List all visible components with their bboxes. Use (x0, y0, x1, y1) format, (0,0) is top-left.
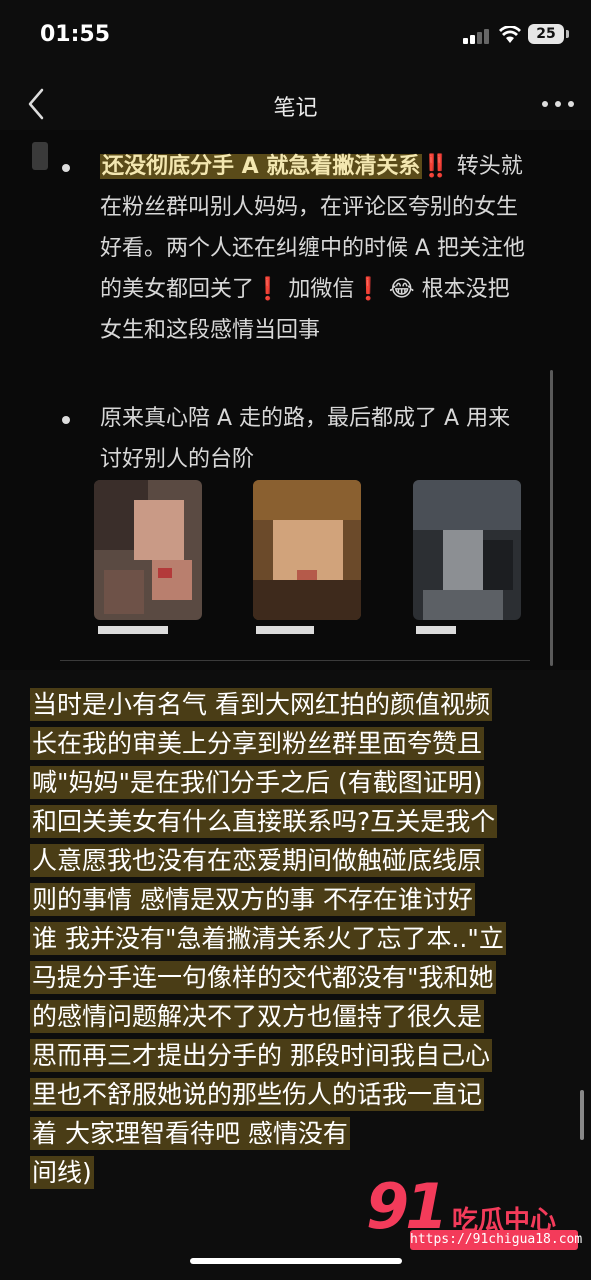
reply-line-11: 里也不舒服她说的那些伤人的话我一直记 (30, 1078, 485, 1111)
status-bar: 01:55 25 (0, 0, 591, 70)
reply-line-4: 和回关美女有什么直接联系吗?互关是我个 (30, 805, 498, 838)
post-item-1: 还没彻底分手 A 就急着撇清关系‼️ 转头就在粉丝群叫别人妈妈，在评论区夸别的女… (100, 146, 530, 351)
nav-bar: 笔记 (0, 80, 591, 130)
reply-line-7: 谁 我并没有"急着撇清关系火了忘了本.."立 (30, 922, 506, 955)
status-time: 01:55 (40, 22, 111, 47)
reply-line-6: 则的事情 感情是双方的事 不存在谁讨好 (30, 883, 475, 916)
battery-icon: 25 (528, 24, 564, 44)
post-item-1-text-b: 加微信 (288, 277, 355, 302)
bullet-1 (62, 164, 70, 172)
laughing-emoji-icon: 😂 (388, 277, 415, 302)
wifi-icon (499, 26, 521, 43)
exclamation-icon-2: ❗ (354, 277, 382, 302)
divider (60, 660, 530, 661)
bullet-2 (62, 416, 70, 424)
photo-3-caption (416, 626, 456, 634)
watermark-logo: 91 吃瓜中心 https://91chigua18.com (362, 1170, 582, 1260)
post-item-1-title: 还没彻底分手 A 就急着撇清关系 (100, 154, 423, 179)
reply-line-3: 喊"妈妈"是在我们分手之后 (有截图证明) (30, 766, 485, 799)
exclamation-icon: ❗ (254, 277, 282, 302)
reply-text: 当时是小有名气 看到大网红拍的颜值视频 长在我的审美上分享到粉丝群里面夸赞且 喊… (30, 685, 560, 1192)
photo-1 (94, 480, 202, 620)
photo-2-caption (256, 626, 314, 634)
reply-line-2: 长在我的审美上分享到粉丝群里面夸赞且 (30, 727, 485, 760)
reply-line-10: 思而再三才提出分手的 那段时间我自己心 (30, 1039, 492, 1072)
home-indicator[interactable] (190, 1258, 402, 1264)
photo-1-caption (98, 626, 168, 634)
post-scroll-indicator (550, 370, 553, 666)
reply-line-1: 当时是小有名气 看到大网红拍的颜值视频 (30, 688, 492, 721)
reply-line-12: 着 大家理智看待吧 感情没有 (30, 1117, 350, 1150)
reply-line-5: 人意愿我也没有在恋爱期间做触碰底线原 (30, 844, 485, 877)
photo-3 (413, 480, 521, 620)
page-title: 笔记 (273, 96, 318, 121)
battery-tip (566, 30, 569, 38)
scrollbar[interactable] (580, 1090, 584, 1140)
cellular-signal-icon (463, 28, 491, 44)
double-exclamation-icon: ‼️ (422, 154, 450, 179)
reply-line-9: 的感情问题解决不了双方也僵持了很久是 (30, 1000, 485, 1033)
photo-2 (253, 480, 361, 620)
post-left-tab (32, 142, 48, 170)
post-item-2: 原来真心陪 A 走的路，最后都成了 A 用来讨好别人的台阶 (100, 406, 511, 472)
quoted-post: 还没彻底分手 A 就急着撇清关系‼️ 转头就在粉丝群叫别人妈妈，在评论区夸别的女… (0, 130, 591, 670)
reply-line-13: 间线) (30, 1156, 94, 1189)
more-options-icon[interactable] (540, 98, 576, 110)
reply-line-8: 马提分手连一句像样的交代都没有"我和她 (30, 961, 496, 994)
watermark-url: https://91chigua18.com (410, 1230, 582, 1250)
